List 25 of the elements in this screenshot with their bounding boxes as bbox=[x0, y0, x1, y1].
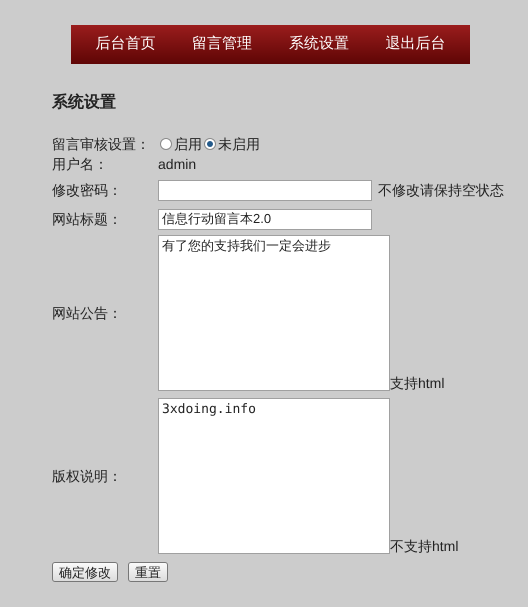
radio-label: 启用 bbox=[174, 134, 202, 154]
username-value: admin bbox=[158, 154, 196, 174]
hint-text: 支持html bbox=[390, 375, 444, 391]
field-label: 留言审核设置： bbox=[52, 134, 151, 154]
field-label: 修改密码： bbox=[52, 180, 123, 200]
field-label: 网站公告： bbox=[52, 304, 123, 322]
field-label: 网站标题： bbox=[52, 210, 123, 228]
nav-link[interactable]: 系统设置 bbox=[288, 33, 349, 56]
hint-text: 不修改请保持空状态 bbox=[378, 180, 504, 200]
password-field[interactable] bbox=[158, 180, 372, 200]
field-label: 用户名： bbox=[52, 154, 109, 174]
radio-label: 未启用 bbox=[218, 134, 260, 154]
radio-button[interactable] bbox=[204, 138, 216, 150]
nav-link[interactable]: 后台首页 bbox=[95, 33, 156, 56]
nav-link[interactable]: 退出后台 bbox=[386, 33, 446, 56]
field-label: 版权说明： bbox=[52, 466, 123, 486]
nav-link[interactable]: 留言管理 bbox=[192, 33, 252, 56]
radio-button[interactable] bbox=[160, 138, 172, 150]
form-button[interactable]: 确定修改 bbox=[52, 562, 118, 582]
text-area[interactable]: 3xdoing.info bbox=[158, 398, 390, 554]
title-field[interactable]: 信息行动留言本2.0 bbox=[158, 208, 372, 230]
text-area[interactable]: 有了您的支持我们一定会进步 bbox=[158, 235, 390, 391]
hint-text: 不支持html bbox=[390, 538, 458, 554]
form-button[interactable]: 重置 bbox=[128, 562, 168, 582]
page-heading: 系统设置 bbox=[52, 93, 117, 113]
